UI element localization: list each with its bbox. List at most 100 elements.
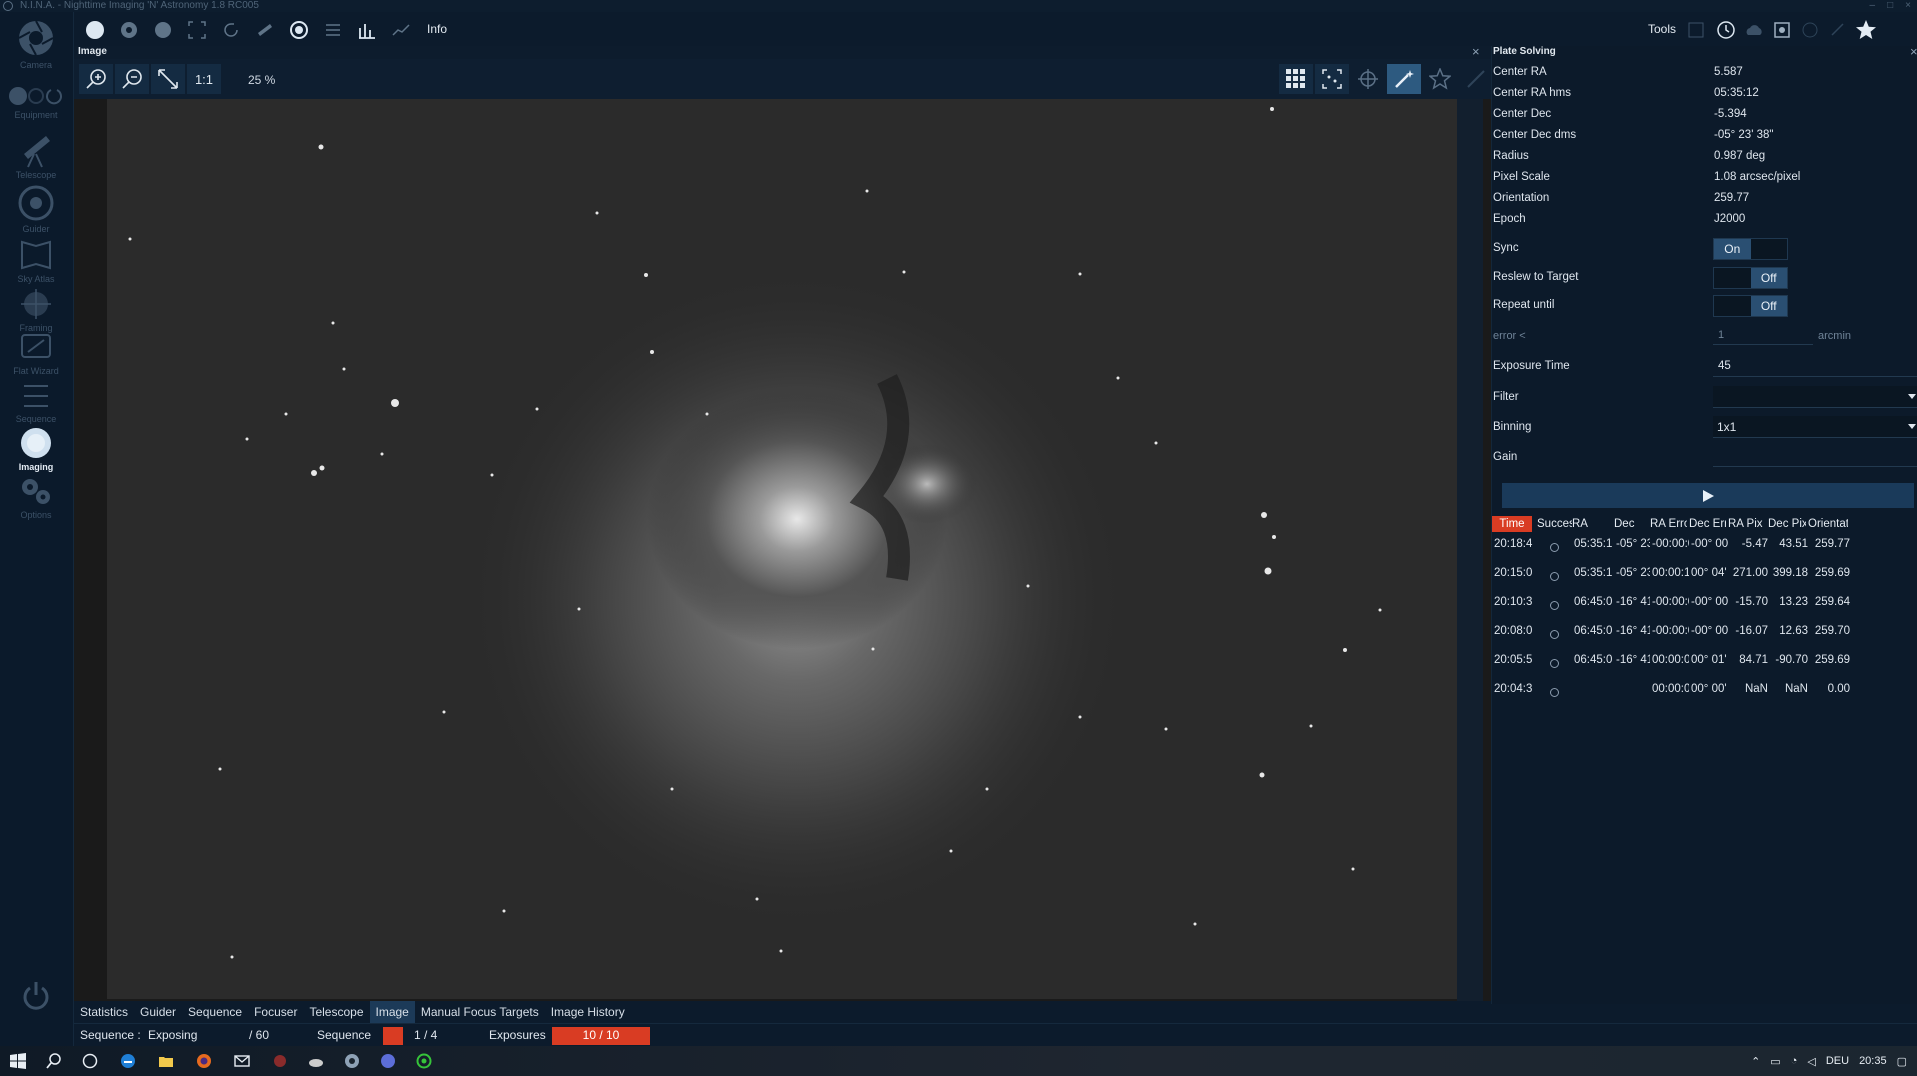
wifi-icon[interactable]: ◔ [1791,1055,1798,1067]
sidebar-item-framing[interactable]: Framing [0,287,72,333]
camera-panel-toggle[interactable] [83,18,107,42]
clock[interactable]: 20:35 [1859,1055,1887,1067]
sidebar-item-equipment[interactable]: Equipment [0,84,72,120]
tab-manual-focus-targets[interactable]: Manual Focus Targets [415,1001,545,1023]
tool-weather[interactable] [1742,18,1766,42]
maximize-icon[interactable]: □ [1887,0,1893,11]
sidebar-item-sequence[interactable]: Sequence [0,380,72,424]
sidebar-item-telescope[interactable]: Telescope [0,130,72,180]
repeat-toggle[interactable]: Off [1713,295,1788,317]
telescope-panel-toggle[interactable] [253,18,277,42]
sidebar-item-guider[interactable]: Guider [0,184,72,234]
tab-sequence[interactable]: Sequence [182,1001,248,1023]
tab-focuser[interactable]: Focuser [248,1001,303,1023]
table-row[interactable]: 20:10:3 06:45:0-16° 41'-00:00:0-00° 00' -1… [1492,596,1917,616]
filter-select[interactable] [1713,386,1917,408]
app-icon-1[interactable] [272,1053,288,1069]
tool-framing[interactable] [1770,18,1794,42]
crosshair-button[interactable] [1351,64,1385,94]
binning-select[interactable]: 1x1 [1713,416,1917,438]
zoom-1to1-button[interactable]: 1:1 [187,64,221,94]
zoom-out-button[interactable] [115,64,149,94]
task-view-icon[interactable] [82,1053,98,1069]
tool-auto-focus[interactable] [1684,18,1708,42]
windows-start-icon[interactable] [10,1053,26,1069]
table-header-6[interactable]: RA Pix Er [1728,516,1766,532]
exposure-time-input[interactable]: 45 [1718,360,1731,372]
tool-history[interactable] [1714,18,1738,42]
table-header-2[interactable]: RA [1572,516,1612,532]
plate-solve-button[interactable] [1459,64,1493,94]
app-icon-3[interactable] [380,1053,396,1069]
app-icon-4[interactable] [416,1053,432,1069]
close-plate-solving-icon[interactable]: × [1910,44,1917,59]
sidebar-item-imaging[interactable]: Imaging [0,426,72,472]
repeat-off-option[interactable]: Off [1750,296,1787,316]
tool-dome[interactable] [1798,18,1822,42]
table-row[interactable]: 20:05:5 06:45:0-16° 41'00:00:000° 01' 84.7… [1492,654,1917,674]
image-viewer[interactable] [74,99,1491,1001]
tool-flats[interactable] [1826,18,1850,42]
vertical-scrollbar[interactable] [1457,99,1483,1001]
grid-overlay-button[interactable] [1279,64,1313,94]
info-button[interactable]: Info [427,22,447,36]
edge-browser-icon[interactable] [120,1053,136,1069]
tab-guider[interactable]: Guider [134,1001,182,1023]
zoom-in-button[interactable] [79,64,113,94]
app-icon-2[interactable] [308,1053,324,1069]
table-header-7[interactable]: Dec Pix E [1768,516,1806,532]
tab-statistics[interactable]: Statistics [74,1001,134,1023]
focuser-panel-toggle[interactable] [151,18,175,42]
table-header-0[interactable]: Time [1492,516,1532,532]
sidebar-item-camera[interactable]: Camera [0,18,72,70]
power-icon[interactable] [22,980,50,1010]
mail-icon[interactable] [234,1053,250,1069]
file-explorer-icon[interactable] [158,1053,174,1069]
table-row[interactable]: 20:18:4 05:35:1-05° 23'-00:00:0-00° 00' -5… [1492,538,1917,558]
reslew-toggle[interactable]: Off [1713,267,1788,289]
error-input[interactable]: 1 [1718,329,1724,341]
tab-telescope[interactable]: Telescope [303,1001,369,1023]
notifications-icon[interactable]: ▢ [1897,1055,1907,1068]
table-header-3[interactable]: Dec [1614,516,1648,532]
start-solve-button[interactable] [1502,483,1914,508]
filterwheel-panel-toggle[interactable] [117,18,141,42]
close-window-icon[interactable]: × [1905,0,1911,11]
table-row[interactable]: 20:04:3 00:00:0 00° 00' NaN NaN 0.00 [1492,683,1917,703]
hfr-panel-toggle[interactable] [389,18,413,42]
detect-stars-button[interactable] [1315,64,1349,94]
table-header-8[interactable]: Orientat [1808,516,1848,532]
volume-icon[interactable]: ◁ [1807,1055,1815,1068]
sidebar-item-sky-atlas[interactable]: Sky Atlas [0,238,72,284]
tab-image[interactable]: Image [369,1001,415,1023]
reslew-off-option[interactable]: Off [1750,268,1787,288]
rotator-panel-toggle[interactable] [219,18,243,42]
nina-taskbar-icon[interactable] [344,1053,360,1069]
auto-stretch-button[interactable] [1387,64,1421,94]
minimize-icon[interactable]: – [1870,0,1876,11]
star-annotation-button[interactable] [1423,64,1457,94]
framing-panel-toggle[interactable] [185,18,209,42]
table-header-4[interactable]: RA Error [1650,516,1687,532]
sync-on-option[interactable]: On [1714,239,1751,259]
tab-image-history[interactable]: Image History [545,1001,631,1023]
sidebar-item-options[interactable]: Options [0,474,72,520]
close-panel-icon[interactable]: × [1472,44,1480,59]
guider-panel-toggle[interactable] [287,18,311,42]
tool-favorite[interactable] [1854,18,1878,42]
battery-icon[interactable]: ▭ [1770,1055,1780,1068]
sequence-panel-toggle[interactable] [321,18,345,42]
table-row[interactable]: 20:15:0 05:35:1-05° 23'00:00:100° 04' 271.… [1492,567,1917,587]
table-header-1[interactable]: Success [1537,516,1572,532]
table-row[interactable]: 20:08:0 06:45:0-16° 41'-00:00:0-00° 00' -1… [1492,625,1917,645]
language-indicator[interactable]: DEU [1826,1055,1849,1067]
tray-expand-icon[interactable]: ⌃ [1751,1055,1760,1068]
search-icon[interactable] [46,1053,62,1069]
sync-toggle[interactable]: On [1713,238,1788,260]
firefox-icon[interactable] [196,1053,212,1069]
table-header-5[interactable]: Dec Error [1689,516,1726,532]
sidebar-item-flat-wizard[interactable]: Flat Wizard [0,332,72,376]
statistics-panel-toggle[interactable] [355,18,379,42]
gain-input[interactable] [1713,466,1917,467]
fit-to-screen-button[interactable] [151,64,185,94]
